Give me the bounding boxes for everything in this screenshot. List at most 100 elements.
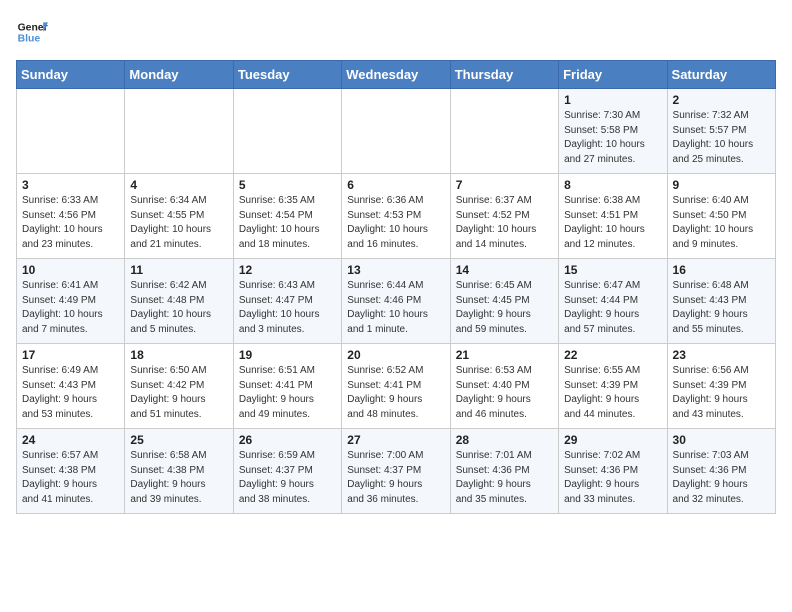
day-number: 19 [239, 348, 336, 362]
day-cell [17, 89, 125, 174]
day-info: Sunrise: 6:58 AM Sunset: 4:38 PM Dayligh… [130, 449, 227, 507]
day-info: Sunrise: 6:43 AM Sunset: 4:47 PM Dayligh… [239, 279, 336, 337]
day-info: Sunrise: 6:49 AM Sunset: 4:43 PM Dayligh… [22, 364, 119, 422]
day-cell: 20 Sunrise: 6:52 AM Sunset: 4:41 PM Dayli… [342, 344, 450, 429]
day-number: 20 [347, 348, 444, 362]
day-cell: 25 Sunrise: 6:58 AM Sunset: 4:38 PM Dayli… [125, 429, 233, 514]
day-cell: 24 Sunrise: 6:57 AM Sunset: 4:38 PM Dayli… [17, 429, 125, 514]
day-number: 12 [239, 263, 336, 277]
day-cell: 9 Sunrise: 6:40 AM Sunset: 4:50 PM Daylig… [667, 174, 775, 259]
day-info: Sunrise: 7:03 AM Sunset: 4:36 PM Dayligh… [673, 449, 770, 507]
day-cell: 14 Sunrise: 6:45 AM Sunset: 4:45 PM Dayli… [450, 259, 558, 344]
day-info: Sunrise: 6:36 AM Sunset: 4:53 PM Dayligh… [347, 194, 444, 252]
day-info: Sunrise: 6:52 AM Sunset: 4:41 PM Dayligh… [347, 364, 444, 422]
day-cell: 7Sunrise: 6:37 AM Sunset: 4:52 PM Daylig… [450, 174, 558, 259]
logo-icon: General Blue [16, 16, 48, 48]
day-number: 13 [347, 263, 444, 277]
day-cell: 4 Sunrise: 6:34 AM Sunset: 4:55 PM Daylig… [125, 174, 233, 259]
day-number: 22 [564, 348, 661, 362]
day-info: Sunrise: 6:34 AM Sunset: 4:55 PM Dayligh… [130, 194, 227, 252]
day-number: 18 [130, 348, 227, 362]
week-row-4: 17 Sunrise: 6:49 AM Sunset: 4:43 PM Dayli… [17, 344, 776, 429]
day-info: Sunrise: 6:42 AM Sunset: 4:48 PM Dayligh… [130, 279, 227, 337]
day-number: 17 [22, 348, 119, 362]
day-info: Sunrise: 6:38 AM Sunset: 4:51 PM Dayligh… [564, 194, 661, 252]
day-cell: 23Sunrise: 6:56 AM Sunset: 4:39 PM Dayli… [667, 344, 775, 429]
day-number: 5 [239, 178, 336, 192]
day-cell: 15 Sunrise: 6:47 AM Sunset: 4:44 PM Dayli… [559, 259, 667, 344]
day-info: Sunrise: 6:59 AM Sunset: 4:37 PM Dayligh… [239, 449, 336, 507]
day-number: 1 [564, 93, 661, 107]
day-cell: 26Sunrise: 6:59 AM Sunset: 4:37 PM Dayli… [233, 429, 341, 514]
calendar-table: SundayMondayTuesdayWednesdayThursdayFrid… [16, 60, 776, 514]
day-cell: 27Sunrise: 7:00 AM Sunset: 4:37 PM Dayli… [342, 429, 450, 514]
day-cell: 12 Sunrise: 6:43 AM Sunset: 4:47 PM Dayli… [233, 259, 341, 344]
day-info: Sunrise: 6:50 AM Sunset: 4:42 PM Dayligh… [130, 364, 227, 422]
day-info: Sunrise: 7:00 AM Sunset: 4:37 PM Dayligh… [347, 449, 444, 507]
day-cell: 11 Sunrise: 6:42 AM Sunset: 4:48 PM Dayli… [125, 259, 233, 344]
day-number: 15 [564, 263, 661, 277]
day-cell: 16Sunrise: 6:48 AM Sunset: 4:43 PM Dayli… [667, 259, 775, 344]
day-header-thursday: Thursday [450, 61, 558, 89]
day-cell: 21 Sunrise: 6:53 AM Sunset: 4:40 PM Dayli… [450, 344, 558, 429]
day-cell: 13 Sunrise: 6:44 AM Sunset: 4:46 PM Dayli… [342, 259, 450, 344]
day-number: 25 [130, 433, 227, 447]
day-info: Sunrise: 7:02 AM Sunset: 4:36 PM Dayligh… [564, 449, 661, 507]
day-cell: 28 Sunrise: 7:01 AM Sunset: 4:36 PM Dayli… [450, 429, 558, 514]
day-cell: 3 Sunrise: 6:33 AM Sunset: 4:56 PM Daylig… [17, 174, 125, 259]
day-info: Sunrise: 6:47 AM Sunset: 4:44 PM Dayligh… [564, 279, 661, 337]
day-number: 14 [456, 263, 553, 277]
day-cell: 29 Sunrise: 7:02 AM Sunset: 4:36 PM Dayli… [559, 429, 667, 514]
day-info: Sunrise: 6:33 AM Sunset: 4:56 PM Dayligh… [22, 194, 119, 252]
day-cell: 10 Sunrise: 6:41 AM Sunset: 4:49 PM Dayli… [17, 259, 125, 344]
day-cell: 5 Sunrise: 6:35 AM Sunset: 4:54 PM Daylig… [233, 174, 341, 259]
page-header: General Blue [16, 16, 776, 48]
day-header-monday: Monday [125, 61, 233, 89]
day-cell: 1 Sunrise: 7:30 AM Sunset: 5:58 PM Daylig… [559, 89, 667, 174]
day-number: 10 [22, 263, 119, 277]
week-row-3: 10 Sunrise: 6:41 AM Sunset: 4:49 PM Dayli… [17, 259, 776, 344]
day-cell [125, 89, 233, 174]
day-info: Sunrise: 6:45 AM Sunset: 4:45 PM Dayligh… [456, 279, 553, 337]
day-number: 3 [22, 178, 119, 192]
day-number: 24 [22, 433, 119, 447]
logo: General Blue [16, 16, 48, 48]
day-number: 4 [130, 178, 227, 192]
day-header-wednesday: Wednesday [342, 61, 450, 89]
day-number: 28 [456, 433, 553, 447]
day-number: 8 [564, 178, 661, 192]
day-header-saturday: Saturday [667, 61, 775, 89]
day-info: Sunrise: 6:55 AM Sunset: 4:39 PM Dayligh… [564, 364, 661, 422]
day-number: 23 [673, 348, 770, 362]
day-info: Sunrise: 6:40 AM Sunset: 4:50 PM Dayligh… [673, 194, 770, 252]
day-header-friday: Friday [559, 61, 667, 89]
day-info: Sunrise: 6:48 AM Sunset: 4:43 PM Dayligh… [673, 279, 770, 337]
day-info: Sunrise: 6:35 AM Sunset: 4:54 PM Dayligh… [239, 194, 336, 252]
week-row-5: 24 Sunrise: 6:57 AM Sunset: 4:38 PM Dayli… [17, 429, 776, 514]
day-info: Sunrise: 7:01 AM Sunset: 4:36 PM Dayligh… [456, 449, 553, 507]
day-cell: 30Sunrise: 7:03 AM Sunset: 4:36 PM Dayli… [667, 429, 775, 514]
day-cell: 8 Sunrise: 6:38 AM Sunset: 4:51 PM Daylig… [559, 174, 667, 259]
day-cell: 19 Sunrise: 6:51 AM Sunset: 4:41 PM Dayli… [233, 344, 341, 429]
day-number: 6 [347, 178, 444, 192]
day-info: Sunrise: 6:51 AM Sunset: 4:41 PM Dayligh… [239, 364, 336, 422]
day-number: 11 [130, 263, 227, 277]
day-info: Sunrise: 6:53 AM Sunset: 4:40 PM Dayligh… [456, 364, 553, 422]
day-cell: 17 Sunrise: 6:49 AM Sunset: 4:43 PM Dayli… [17, 344, 125, 429]
day-info: Sunrise: 6:44 AM Sunset: 4:46 PM Dayligh… [347, 279, 444, 337]
svg-text:Blue: Blue [18, 34, 41, 45]
day-info: Sunrise: 7:30 AM Sunset: 5:58 PM Dayligh… [564, 109, 661, 167]
day-number: 9 [673, 178, 770, 192]
day-number: 29 [564, 433, 661, 447]
day-cell: 2Sunrise: 7:32 AM Sunset: 5:57 PM Daylig… [667, 89, 775, 174]
week-row-2: 3 Sunrise: 6:33 AM Sunset: 4:56 PM Daylig… [17, 174, 776, 259]
day-cell [342, 89, 450, 174]
day-number: 21 [456, 348, 553, 362]
day-number: 2 [673, 93, 770, 107]
day-cell: 22 Sunrise: 6:55 AM Sunset: 4:39 PM Dayli… [559, 344, 667, 429]
day-cell: 18 Sunrise: 6:50 AM Sunset: 4:42 PM Dayli… [125, 344, 233, 429]
day-info: Sunrise: 6:41 AM Sunset: 4:49 PM Dayligh… [22, 279, 119, 337]
day-header-tuesday: Tuesday [233, 61, 341, 89]
week-row-1: 1 Sunrise: 7:30 AM Sunset: 5:58 PM Daylig… [17, 89, 776, 174]
day-info: Sunrise: 6:57 AM Sunset: 4:38 PM Dayligh… [22, 449, 119, 507]
